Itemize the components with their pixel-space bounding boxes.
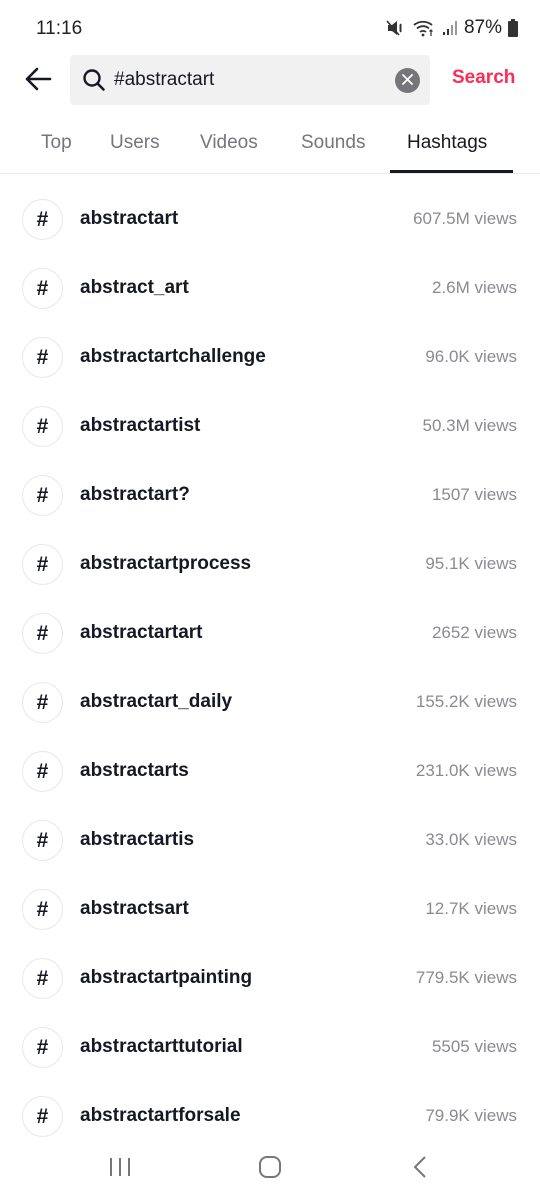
hashtag-row[interactable]: # abstractartchallenge 96.0K views: [0, 323, 540, 392]
hashtag-row[interactable]: # abstractartpainting 779.5K views: [0, 944, 540, 1013]
hashtag-row[interactable]: # abstractart_daily 155.2K views: [0, 668, 540, 737]
hashtag-views: 231.0K views: [415, 761, 517, 780]
hashtag-icon: #: [22, 475, 63, 516]
hashtag-icon: #: [22, 406, 63, 447]
hashtag-icon: #: [22, 1027, 63, 1068]
hashtag-name: abstractartprocess: [80, 553, 252, 574]
wifi-icon: [412, 19, 436, 37]
search-submit-button[interactable]: Search: [452, 67, 515, 89]
hashtag-row[interactable]: # abstract_art 2.6M views: [0, 254, 540, 323]
search-tabs: Top Users Videos Sounds Hashtags: [0, 120, 540, 174]
system-nav-bar: [0, 1140, 540, 1200]
hashtag-name: abstractartart: [80, 622, 203, 643]
hashtag-name: abstract_art: [80, 277, 189, 298]
active-tab-indicator: [390, 170, 513, 173]
close-circle-icon: [402, 72, 413, 90]
hashtag-icon: #: [22, 820, 63, 861]
hashtag-row[interactable]: # abstractart 607.5M views: [0, 185, 540, 254]
hashtag-row[interactable]: # abstractartprocess 95.1K views: [0, 530, 540, 599]
hashtag-name: abstractart_daily: [80, 691, 233, 712]
signal-icon: [442, 20, 458, 36]
hashtag-name: abstractarts: [80, 760, 189, 781]
magnifier-icon: [82, 68, 106, 97]
hashtag-icon: #: [22, 337, 63, 378]
hashtag-icon: #: [22, 268, 63, 309]
back-icon[interactable]: [410, 1154, 430, 1185]
hashtag-row[interactable]: # abstractart? 1507 views: [0, 461, 540, 530]
hashtag-views: 50.3M views: [422, 416, 517, 435]
hashtag-views: 1507 views: [431, 485, 517, 504]
hashtag-name: abstractart: [80, 208, 179, 229]
hashtag-views: 607.5M views: [413, 209, 517, 228]
search-box: [70, 55, 430, 105]
hashtag-icon: #: [22, 751, 63, 792]
clear-search-button[interactable]: [395, 68, 420, 93]
search-header: Search: [0, 55, 540, 107]
hashtag-name: abstractsart: [80, 898, 189, 919]
battery-percent: 87%: [463, 17, 502, 38]
hashtag-list: # abstractart 607.5M views # abstract_ar…: [0, 185, 540, 1151]
hashtag-icon: #: [22, 1096, 63, 1137]
hashtag-views: 96.0K views: [425, 347, 517, 366]
hashtag-name: abstractarttutorial: [80, 1036, 243, 1057]
hashtag-name: abstractartpainting: [80, 967, 253, 988]
tab-hashtags[interactable]: Hashtags: [407, 132, 487, 154]
hashtag-views: 95.1K views: [425, 554, 517, 573]
mute-icon: [386, 19, 406, 37]
hashtag-name: abstractartforsale: [80, 1105, 241, 1126]
home-icon[interactable]: [257, 1154, 283, 1185]
back-button[interactable]: [18, 63, 58, 99]
hashtag-name: abstractartchallenge: [80, 346, 266, 367]
hashtag-icon: #: [22, 199, 63, 240]
tab-sounds[interactable]: Sounds: [301, 132, 365, 154]
hashtag-views: 12.7K views: [425, 899, 517, 918]
hashtag-row[interactable]: # abstractartart 2652 views: [0, 599, 540, 668]
hashtag-row[interactable]: # abstractarttutorial 5505 views: [0, 1013, 540, 1082]
tab-users[interactable]: Users: [110, 132, 160, 154]
hashtag-row[interactable]: # abstractartist 50.3M views: [0, 392, 540, 461]
recents-icon[interactable]: [108, 1154, 132, 1185]
hashtag-views: 5505 views: [431, 1037, 517, 1056]
hashtag-name: abstractartist: [80, 415, 201, 436]
hashtag-row[interactable]: # abstractarts 231.0K views: [0, 737, 540, 806]
hashtag-icon: #: [22, 889, 63, 930]
hashtag-views: 2.6M views: [431, 278, 517, 297]
tab-top[interactable]: Top: [41, 132, 72, 154]
hashtag-views: 33.0K views: [425, 830, 517, 849]
hashtag-icon: #: [22, 544, 63, 585]
status-icons: 87%: [386, 17, 518, 39]
status-bar: 11:16 87%: [0, 0, 540, 56]
hashtag-icon: #: [22, 958, 63, 999]
hashtag-views: 155.2K views: [415, 692, 517, 711]
hashtag-views: 79.9K views: [425, 1106, 517, 1125]
hashtag-icon: #: [22, 682, 63, 723]
hashtag-row[interactable]: # abstractsart 12.7K views: [0, 875, 540, 944]
hashtag-name: abstractartis: [80, 829, 195, 850]
tab-videos[interactable]: Videos: [200, 132, 258, 154]
hashtag-icon: #: [22, 613, 63, 654]
hashtag-views: 779.5K views: [415, 968, 517, 987]
hashtag-row[interactable]: # abstractartis 33.0K views: [0, 806, 540, 875]
status-time: 11:16: [36, 18, 83, 39]
search-input[interactable]: [114, 55, 384, 105]
arrow-left-icon: [24, 67, 52, 96]
hashtag-name: abstractart?: [80, 484, 190, 505]
hashtag-views: 2652 views: [431, 623, 517, 642]
battery-icon: [508, 19, 518, 37]
